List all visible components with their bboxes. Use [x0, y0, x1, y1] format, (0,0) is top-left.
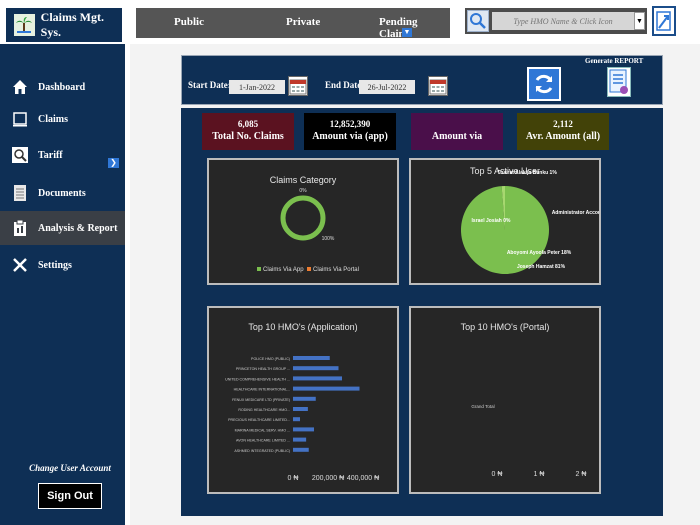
top-bar: Claims Mgt. Sys. Public Private Pending … — [0, 0, 700, 44]
x-tick-label: 400,000 ₦ — [347, 475, 379, 482]
category-label: PRECIOUS HEALTHCARE LIMITED... — [228, 418, 290, 422]
start-date-input[interactable] — [229, 80, 285, 94]
legend-entry: Claims Via Portal — [313, 267, 359, 273]
bar — [293, 396, 316, 401]
kpi-amount-app: 12,852,390 Amount via (app) — [304, 113, 396, 150]
bar — [293, 447, 309, 452]
app-title: Claims Mgt. Sys. — [40, 10, 104, 39]
search-icon[interactable] — [467, 10, 489, 32]
report-document-icon[interactable] — [607, 67, 631, 97]
top-hmo-portal-chart: Top 10 HMO's (Portal) Grand Total 0 ₦ 1 ₦ 2… — [409, 306, 601, 494]
data-label: Thairat Alakija Bunku 1% — [497, 170, 557, 176]
kpi-value: 12,852,390 — [329, 119, 371, 129]
kpi-average-amount: 2,112 Avr. Amount (all) — [517, 113, 609, 150]
legend-entry: Claims Via App — [263, 267, 304, 273]
kpi-value: 6,085 — [237, 119, 259, 129]
sidebar-item-dashboard[interactable]: Dashboard — [0, 70, 125, 104]
sidebar-item-claims[interactable]: Claims — [0, 102, 125, 136]
kpi-value — [411, 119, 503, 129]
clipboard-icon — [12, 220, 28, 236]
top-active-users-chart: Top 5 Active User Israel Josiah 0% Aboyom… — [409, 158, 601, 285]
kpi-label: Amount via (app) — [312, 131, 388, 142]
legend-swatch — [257, 267, 261, 271]
category-label: UNITED COMPREHENSIVE HEALTH ... — [225, 377, 290, 381]
data-label: Aboyomi Ayoola Peter 18% — [507, 250, 572, 256]
bar — [293, 356, 330, 360]
sidebar-item-tariff[interactable]: Tariff — [0, 138, 125, 172]
palm-tree-logo-icon — [14, 14, 35, 36]
sidebar-item-label: Settings — [38, 259, 72, 271]
magnifier-icon — [12, 147, 28, 163]
data-label: Joseph Hamzat 81% — [517, 264, 566, 270]
nav-public[interactable]: Public — [174, 16, 204, 28]
data-label: 0% — [299, 188, 307, 194]
kpi-label: Avr. Amount (all) — [525, 131, 601, 142]
chevron-down-icon[interactable]: ▼ — [634, 12, 645, 30]
sidebar-item-analysis-report[interactable]: Analysis & Report — [0, 211, 125, 245]
bar — [293, 366, 339, 371]
category-label: ASHMED INTEGRATED (PUBLIC) — [234, 449, 290, 453]
sidebar-item-documents[interactable]: Documents — [0, 176, 125, 210]
sidebar-item-label: Dashboard — [38, 81, 86, 93]
start-date-label: Start Date: — [188, 80, 231, 90]
category-label: HEALTHCARE INTERNATIONAL... — [234, 388, 290, 392]
exit-icon[interactable] — [652, 6, 676, 36]
home-icon — [12, 79, 28, 95]
end-date-input[interactable] — [359, 80, 415, 94]
data-label: 100% — [322, 236, 335, 242]
bar — [293, 437, 307, 442]
bar — [293, 386, 360, 391]
kpi-label: Amount via — [431, 131, 483, 142]
category-label: POLICE HMO (PUBLIC) — [251, 357, 290, 361]
sidebar-item-label: Claims — [38, 113, 68, 125]
app-title-box: Claims Mgt. Sys. — [6, 8, 122, 42]
category-label: MARINA MEDICAL SERV. HMO ... — [235, 428, 290, 432]
kpi-amount-portal: Amount via — [411, 113, 503, 150]
refresh-icon[interactable] — [527, 67, 561, 101]
sign-out-button[interactable]: Sign Out — [38, 483, 102, 509]
category-label: RODING HEALTHCARE HMO... — [238, 408, 290, 412]
sidebar: Dashboard Claims ❯ Tariff Documents Anal… — [0, 44, 125, 525]
generate-report-label: Generate REPORT — [585, 57, 644, 65]
bar — [293, 376, 342, 381]
sidebar-item-label: Tariff — [38, 149, 63, 161]
calendar-icon[interactable] — [288, 76, 308, 96]
category-label: Grand Total — [471, 404, 494, 409]
top-hmo-application-chart: Top 10 HMO's (Application) POLICE HMO (P… — [207, 306, 399, 494]
category-label: FENUX MEDICARE LTD (PRIVATE) — [232, 398, 290, 402]
kpi-total-claims: 6,085 Total No. Claims — [202, 113, 294, 150]
hmo-search-input[interactable] — [492, 12, 634, 30]
nav-pending-claims[interactable]: Pending Claims — [379, 16, 450, 40]
kpi-value: 2,112 — [553, 119, 573, 129]
category-label: PRINCETON HEALTH GROUP ... — [236, 367, 290, 371]
bar — [293, 427, 314, 432]
document-icon — [12, 111, 28, 127]
legend-swatch — [307, 267, 311, 271]
tools-icon — [12, 257, 28, 273]
category-label: AVON HEALTHCARE LIMITED ... — [236, 439, 290, 443]
donut-slice — [280, 195, 326, 241]
sidebar-item-label: Analysis & Report — [38, 222, 118, 234]
x-tick-label: 0 ₦ — [288, 475, 299, 482]
x-tick-label: 0 ₦ — [492, 471, 503, 478]
x-tick-label: 200,000 ₦ — [312, 475, 344, 482]
x-tick-label: 2 ₦ — [576, 471, 587, 478]
pending-down-arrow-icon[interactable]: ▼ — [402, 28, 412, 37]
bar — [293, 417, 300, 422]
kpi-label: Total No. Claims — [212, 131, 284, 142]
nav-private[interactable]: Private — [286, 16, 320, 28]
x-tick-label: 1 ₦ — [534, 471, 545, 478]
files-icon — [12, 185, 28, 201]
data-label: Administrator Account 0% — [552, 210, 599, 216]
claims-category-chart: Claims Category 0% 100% Claims Via App Clai… — [207, 158, 399, 285]
data-label: Israel Josiah 0% — [472, 218, 511, 224]
bar — [293, 407, 308, 411]
sidebar-item-label: Documents — [38, 187, 86, 199]
calendar-icon[interactable] — [428, 76, 448, 96]
change-user-account-link[interactable]: Change User Account — [0, 463, 140, 473]
sidebar-item-settings[interactable]: Settings — [0, 248, 125, 282]
